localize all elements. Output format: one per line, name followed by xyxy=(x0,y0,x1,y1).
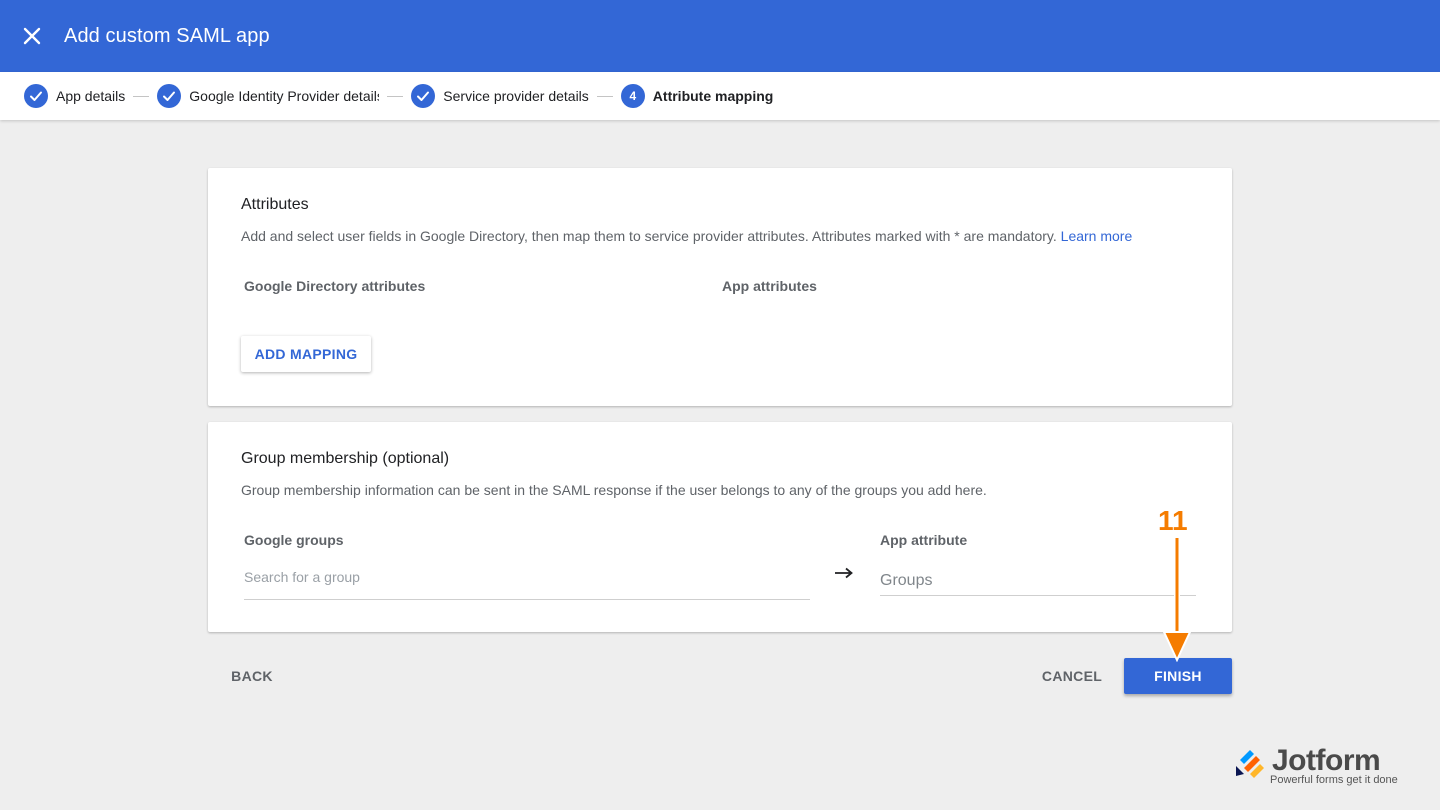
check-icon xyxy=(24,84,48,108)
attributes-description: Add and select user fields in Google Dir… xyxy=(241,228,1132,244)
annotation-step-number: 11 xyxy=(1158,505,1188,536)
check-icon xyxy=(157,84,182,108)
step-label: Attribute mapping xyxy=(652,88,774,104)
attributes-title: Attributes xyxy=(241,196,309,213)
add-mapping-button[interactable]: ADD MAPPING xyxy=(241,336,371,372)
group-membership-title: Group membership (optional) xyxy=(241,450,450,467)
step-app-details[interactable]: App details xyxy=(24,72,125,120)
google-groups-header: Google groups xyxy=(244,532,344,548)
step-attribute-mapping[interactable]: 4 Attribute mapping xyxy=(620,72,774,120)
jotform-watermark: Jotform Powerful forms get it done xyxy=(1232,744,1412,790)
step-divider xyxy=(133,95,150,97)
group-search-field[interactable] xyxy=(244,562,810,600)
page-title: Add custom SAML app xyxy=(64,24,270,47)
step-label: Service provider details xyxy=(443,88,589,104)
cancel-button[interactable]: CANCEL xyxy=(1034,658,1110,694)
jotform-tagline: Powerful forms get it done xyxy=(1270,774,1398,786)
app-header: Add custom SAML app xyxy=(0,0,1440,72)
app-attribute-field[interactable] xyxy=(880,568,1196,596)
stepper: App details Google Identity Provider det… xyxy=(0,72,1440,120)
check-icon xyxy=(411,84,436,108)
step-divider xyxy=(387,95,404,97)
group-membership-card: Group membership (optional) Group member… xyxy=(208,422,1232,632)
app-attribute-input[interactable] xyxy=(880,568,1196,594)
learn-more-link[interactable]: Learn more xyxy=(1061,228,1133,244)
step-label: App details xyxy=(56,88,126,104)
app-attribute-header: App attribute xyxy=(880,532,968,548)
annotation-arrow-icon xyxy=(1160,538,1194,667)
attributes-card: Attributes Add and select user fields in… xyxy=(208,168,1232,406)
jotform-logo-icon xyxy=(1236,750,1264,778)
step-label: Google Identity Provider details xyxy=(189,88,380,104)
jotform-brand: Jotform xyxy=(1272,744,1381,777)
step-number-badge: 4 xyxy=(620,84,645,108)
attributes-description-text: Add and select user fields in Google Dir… xyxy=(241,228,1057,244)
step-google-idp-details[interactable]: Google Identity Provider details xyxy=(157,72,379,120)
arrow-right-icon xyxy=(834,562,854,585)
step-service-provider-details[interactable]: Service provider details xyxy=(411,72,589,120)
close-icon xyxy=(23,21,41,52)
app-attributes-header: App attributes xyxy=(722,278,817,294)
google-directory-attributes-header: Google Directory attributes xyxy=(244,278,426,294)
close-button[interactable] xyxy=(0,0,64,72)
group-search-input[interactable] xyxy=(244,562,810,592)
step-divider xyxy=(596,95,613,97)
back-button[interactable]: BACK xyxy=(220,658,284,694)
group-membership-description: Group membership information can be sent… xyxy=(241,482,987,498)
